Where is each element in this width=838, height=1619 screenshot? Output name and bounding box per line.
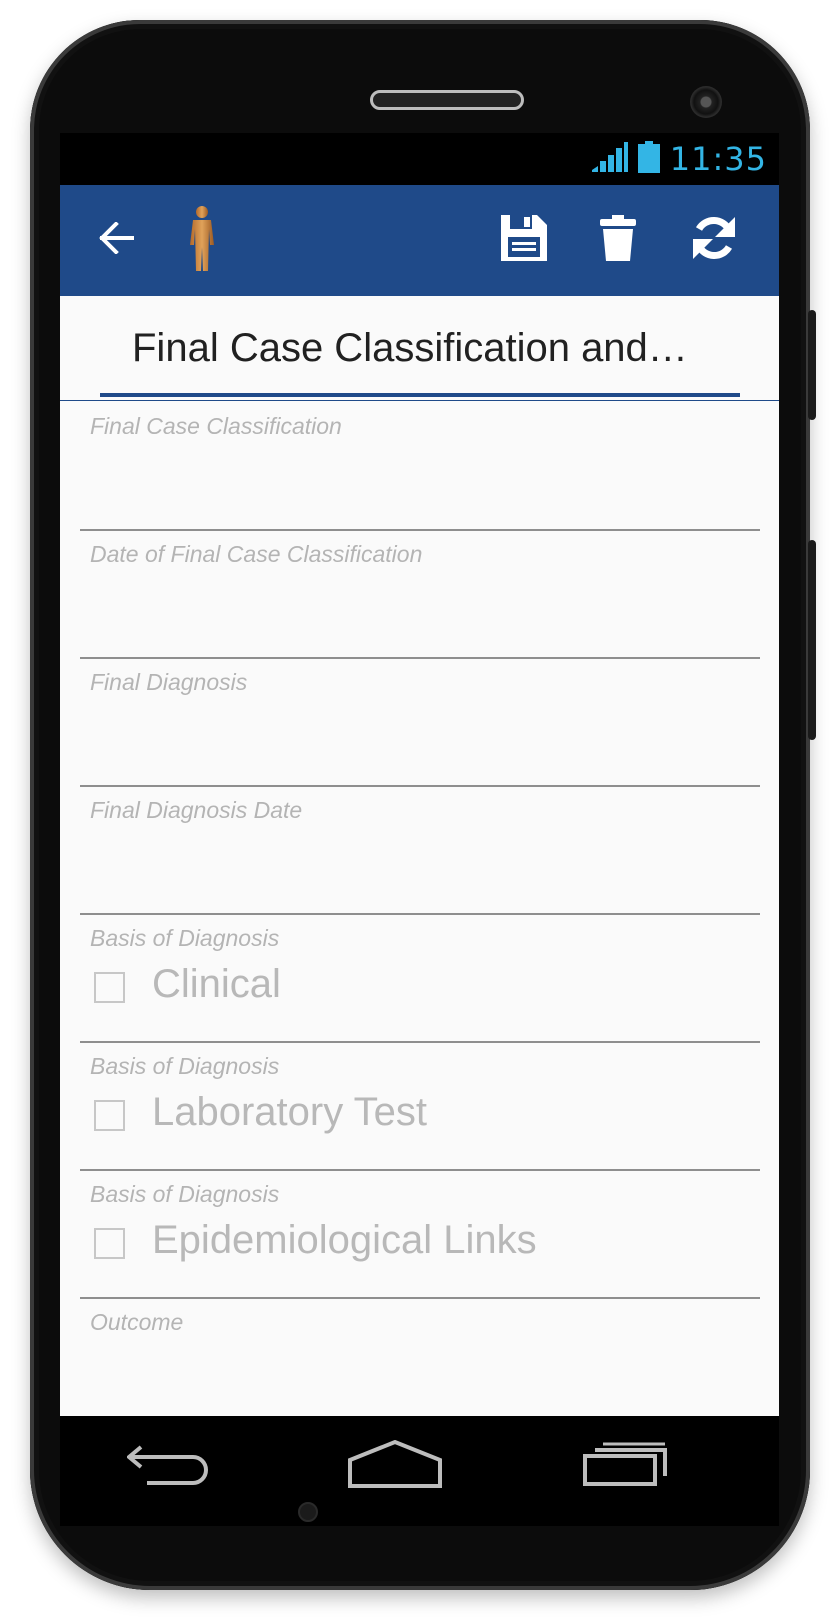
basis-laboratory-field: Basis of Diagnosis Laboratory Test bbox=[80, 1045, 760, 1171]
arrow-left-icon bbox=[98, 220, 134, 259]
nav-back-icon bbox=[125, 1441, 213, 1492]
final-diagnosis-field[interactable]: Final Diagnosis bbox=[80, 661, 760, 787]
battery-icon bbox=[637, 140, 660, 178]
basis-clinical-field: Basis of Diagnosis Clinical bbox=[80, 917, 760, 1043]
section-tab[interactable]: Final Case Classification and… bbox=[60, 296, 779, 401]
person-icon bbox=[184, 205, 220, 278]
section-title: Final Case Classification and… bbox=[132, 326, 688, 370]
nav-recents-icon bbox=[583, 1442, 667, 1491]
nav-back-button[interactable] bbox=[120, 1436, 220, 1496]
signal-icon bbox=[591, 141, 628, 177]
delete-button[interactable] bbox=[586, 205, 650, 275]
final-case-classification-field[interactable]: Final Case Classification bbox=[80, 405, 760, 531]
field-underline bbox=[80, 913, 760, 915]
field-underline bbox=[80, 1169, 760, 1171]
app-toolbar bbox=[60, 185, 779, 296]
power-button bbox=[808, 540, 816, 740]
clinical-checkbox[interactable] bbox=[94, 972, 125, 1003]
nav-home-icon bbox=[348, 1439, 442, 1493]
earpiece-speaker bbox=[370, 90, 524, 110]
nav-home-button[interactable] bbox=[345, 1436, 445, 1496]
status-time: 11:35 bbox=[669, 140, 767, 178]
field-underline bbox=[80, 1041, 760, 1043]
laboratory-test-checkbox[interactable] bbox=[94, 1100, 125, 1131]
date-final-case-classification-field[interactable]: Date of Final Case Classification bbox=[80, 533, 760, 659]
epidemiological-links-checkbox[interactable] bbox=[94, 1228, 125, 1259]
final-diagnosis-date-field[interactable]: Final Diagnosis Date bbox=[80, 789, 760, 915]
field-label: Basis of Diagnosis bbox=[90, 1181, 280, 1207]
hardware-mic bbox=[298, 1502, 318, 1522]
field-underline bbox=[80, 785, 760, 787]
field-label: Basis of Diagnosis bbox=[90, 1053, 280, 1079]
app-screen: 11:35 Final Case Classification and… Fin… bbox=[60, 133, 779, 1416]
front-camera bbox=[690, 86, 722, 118]
outcome-field[interactable]: Outcome bbox=[80, 1301, 760, 1416]
field-underline bbox=[80, 657, 760, 659]
field-label: Outcome bbox=[90, 1309, 184, 1335]
volume-button bbox=[808, 310, 816, 420]
field-underline bbox=[80, 1297, 760, 1299]
sync-button[interactable] bbox=[680, 205, 748, 275]
field-underline bbox=[80, 529, 760, 531]
checkbox-label[interactable]: Epidemiological Links bbox=[152, 1218, 537, 1263]
nav-recents-button[interactable] bbox=[575, 1436, 675, 1496]
field-label: Final Case Classification bbox=[90, 413, 342, 439]
save-button[interactable] bbox=[492, 205, 556, 275]
field-label: Date of Final Case Classification bbox=[90, 541, 423, 567]
basis-epidemiological-field: Basis of Diagnosis Epidemiological Links bbox=[80, 1173, 760, 1299]
refresh-icon bbox=[691, 215, 737, 266]
system-nav-bar bbox=[60, 1416, 779, 1526]
tab-indicator bbox=[100, 393, 740, 397]
checkbox-label[interactable]: Laboratory Test bbox=[152, 1090, 427, 1135]
back-button[interactable] bbox=[88, 207, 144, 273]
status-bar: 11:35 bbox=[60, 133, 779, 185]
floppy-disk-icon bbox=[501, 214, 547, 266]
field-label: Basis of Diagnosis bbox=[90, 925, 280, 951]
checkbox-label[interactable]: Clinical bbox=[152, 962, 281, 1007]
field-label: Final Diagnosis bbox=[90, 669, 248, 695]
field-label: Final Diagnosis Date bbox=[90, 797, 303, 823]
patient-button[interactable] bbox=[172, 203, 232, 279]
trash-icon bbox=[600, 214, 636, 266]
